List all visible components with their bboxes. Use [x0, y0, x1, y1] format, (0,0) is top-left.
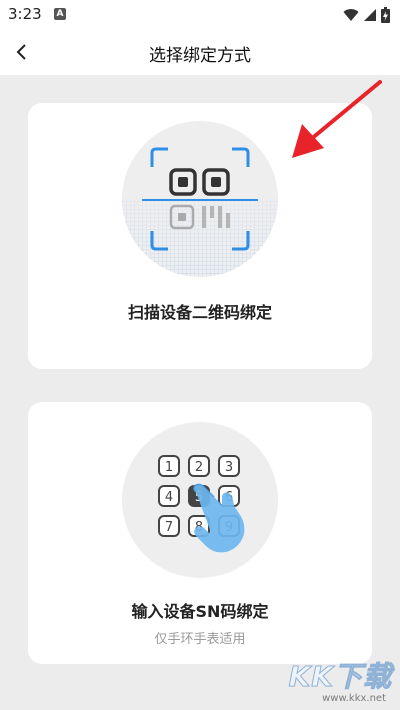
svg-text:7: 7: [165, 520, 173, 535]
battery-charging-icon: [381, 7, 390, 23]
keypad-illustration: 1 2 3 4 5: [122, 422, 278, 578]
svg-text:4: 4: [165, 490, 173, 505]
svg-text:1: 1: [165, 460, 173, 475]
watermark-logo: KK下载: [288, 660, 392, 694]
keypad-key-1: 1: [158, 455, 180, 477]
notification-icon: A: [54, 8, 66, 20]
red-arrow-icon: [292, 80, 382, 158]
qr-scan-illustration: [122, 121, 278, 277]
qr-bind-option-title: 扫描设备二维码绑定: [127, 303, 272, 322]
sn-bind-option-subtitle: 仅手环手表适用: [154, 632, 246, 647]
keypad-key-7: 7: [158, 515, 180, 537]
wifi-icon: [343, 9, 359, 21]
watermark-url: www.kkx.net: [322, 693, 386, 704]
app-header: 选择绑定方式: [0, 30, 400, 75]
keypad-key-3: 3: [218, 455, 240, 477]
status-time: 3:23: [8, 5, 42, 23]
sn-bind-option-title: 输入设备SN码绑定: [131, 602, 269, 621]
keypad-key-2: 2: [188, 455, 210, 477]
watermark: KK下载 www.kkx.net: [282, 655, 400, 710]
keypad-key-4: 4: [158, 485, 180, 507]
svg-text:3: 3: [225, 460, 233, 475]
sn-bind-option-card[interactable]: 1 2 3 4 5: [28, 402, 372, 664]
cellular-signal-icon: [364, 9, 376, 21]
svg-text:2: 2: [195, 460, 203, 475]
page-title: 选择绑定方式: [149, 46, 251, 66]
status-icons: [343, 7, 390, 23]
status-bar: 3:23 A: [0, 0, 400, 30]
